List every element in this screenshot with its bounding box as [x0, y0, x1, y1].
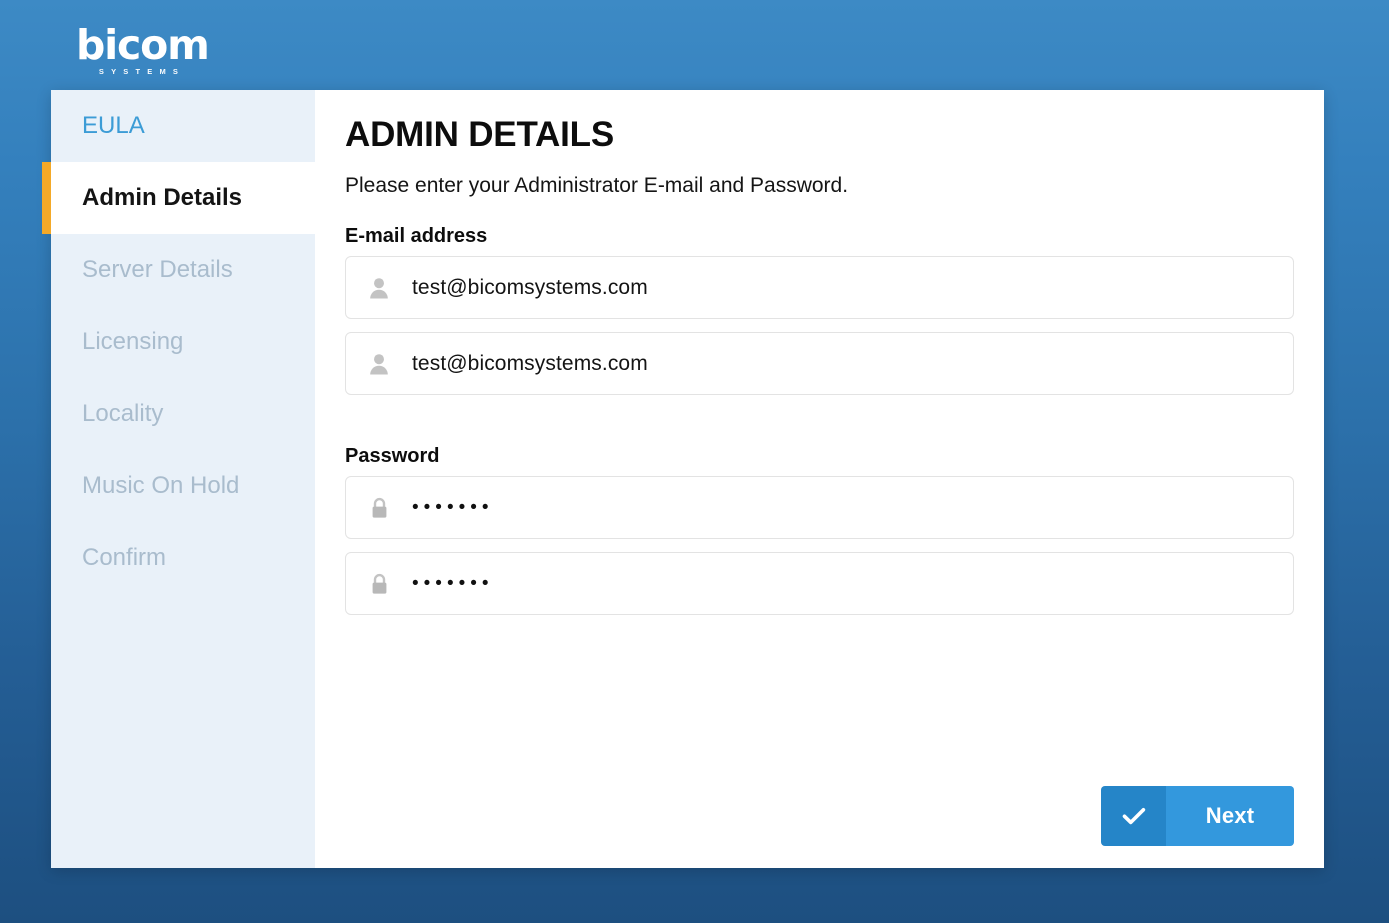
sidebar-item-label: Locality: [82, 400, 163, 428]
sidebar-item-confirm[interactable]: Confirm: [51, 522, 315, 594]
email-confirm-field[interactable]: test@bicomsystems.com: [345, 332, 1294, 395]
password-field-value: •••••••: [412, 497, 494, 519]
page-subtitle: Please enter your Administrator E-mail a…: [345, 173, 1294, 199]
page-title: ADMIN DETAILS: [345, 113, 1294, 157]
sidebar-item-label: Music On Hold: [82, 472, 239, 500]
brand-tagline: SYSTEMS: [76, 67, 208, 76]
user-icon: [346, 353, 412, 375]
next-button[interactable]: Next: [1101, 786, 1294, 846]
sidebar-item-music-on-hold[interactable]: Music On Hold: [51, 450, 315, 522]
lock-icon: [346, 573, 412, 595]
lock-icon: [346, 497, 412, 519]
user-icon: [346, 277, 412, 299]
sidebar-item-locality[interactable]: Locality: [51, 378, 315, 450]
wizard-content: ADMIN DETAILS Please enter your Administ…: [315, 90, 1324, 868]
brand-logo: bicom SYSTEMS: [76, 24, 276, 76]
sidebar-item-server-details[interactable]: Server Details: [51, 234, 315, 306]
wizard-footer: Next: [1101, 786, 1294, 846]
password-field[interactable]: •••••••: [345, 476, 1294, 539]
sidebar-item-admin-details[interactable]: Admin Details: [51, 162, 337, 234]
sidebar-item-eula[interactable]: EULA: [51, 90, 315, 162]
sidebar-item-label: EULA: [82, 112, 145, 140]
email-field-value: test@bicomsystems.com: [412, 276, 648, 300]
email-confirm-field-value: test@bicomsystems.com: [412, 352, 648, 376]
email-field[interactable]: test@bicomsystems.com: [345, 256, 1294, 319]
sidebar-item-label: Confirm: [82, 544, 166, 572]
sidebar-item-label: Licensing: [82, 328, 183, 356]
email-section-label: E-mail address: [345, 225, 1294, 248]
sidebar-item-label: Server Details: [82, 256, 233, 284]
next-button-label: Next: [1166, 786, 1294, 846]
password-section-label: Password: [345, 445, 1294, 468]
sidebar-item-licensing[interactable]: Licensing: [51, 306, 315, 378]
password-confirm-field[interactable]: •••••••: [345, 552, 1294, 615]
wizard-card: EULA Admin Details Server Details Licens…: [51, 90, 1324, 868]
sidebar-item-label: Admin Details: [82, 184, 242, 212]
password-confirm-field-value: •••••••: [412, 573, 494, 595]
check-icon: [1101, 786, 1166, 846]
brand-name: bicom: [76, 24, 276, 66]
wizard-sidebar: EULA Admin Details Server Details Licens…: [51, 90, 315, 868]
